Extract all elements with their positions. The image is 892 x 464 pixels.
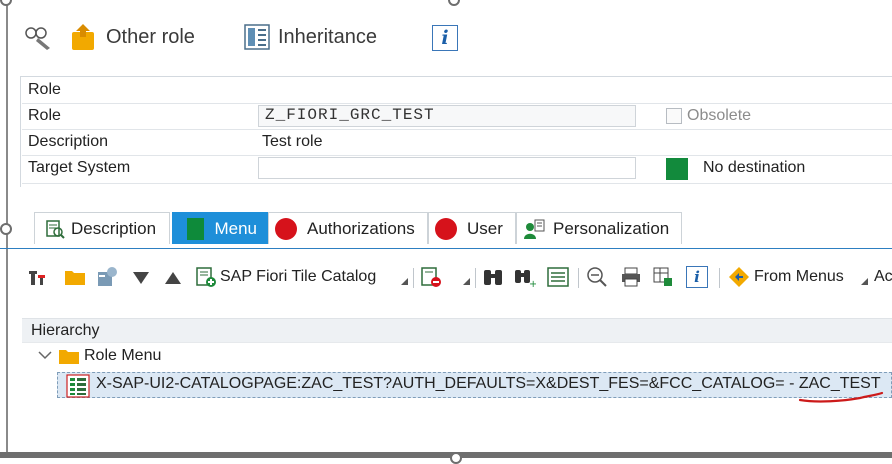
resize-handle-middle-left[interactable] [0, 223, 12, 235]
tab-personalization[interactable]: Personalization [516, 212, 682, 244]
sap-fiori-tile-catalog-label: SAP Fiori Tile Catalog [220, 268, 377, 285]
tab-description[interactable]: Description [34, 212, 170, 244]
destination-status-text: No destination [703, 159, 806, 176]
triangle-down-icon[interactable] [130, 266, 152, 288]
role-value: Z_FIORI_GRC_TEST [265, 106, 435, 124]
role-section-title: Role [28, 81, 61, 98]
tab-authorizations-label: Authorizations [307, 218, 415, 238]
role-row: Role Z_FIORI_GRC_TEST Obsolete [22, 103, 892, 130]
inheritance-button[interactable]: Inheritance [244, 24, 377, 50]
from-menus-label: From Menus [754, 268, 844, 285]
catalog-dropdown-arrow[interactable] [401, 278, 408, 285]
tab-personalization-label: Personalization [553, 218, 670, 238]
user-status-icon [435, 217, 457, 240]
find-binoculars-icon[interactable] [482, 266, 504, 288]
triangle-up-icon[interactable] [162, 266, 184, 288]
display-change-icon[interactable] [24, 24, 54, 57]
other-role-button[interactable]: Other role [68, 22, 195, 52]
menu-status-icon [187, 217, 205, 240]
tab-user[interactable]: User [428, 212, 516, 244]
role-field[interactable]: Z_FIORI_GRC_TEST [258, 105, 636, 127]
from-menus-dropdown-arrow[interactable] [861, 278, 868, 285]
add-catalog-icon [196, 267, 216, 287]
puzzle-icon[interactable] [96, 266, 118, 288]
target-system-label: Target System [28, 159, 131, 176]
authorizations-status-icon [275, 217, 297, 240]
find-next-binoculars-icon[interactable]: + [514, 266, 536, 288]
truncated-toolbar-button[interactable]: Ac [874, 268, 892, 286]
red-underline-annotation [798, 391, 884, 403]
resize-handle-bottom-middle[interactable] [450, 452, 462, 464]
tree-node-catalog-label: X-SAP-UI2-CATALOGPAGE:ZAC_TEST?AUTH_DEFA… [96, 375, 881, 392]
tab-description-label: Description [71, 218, 157, 238]
description-row: Description Test role [22, 129, 892, 156]
other-role-icon [72, 24, 94, 50]
tab-strip-baseline [0, 248, 892, 249]
toolbar-separator [475, 268, 476, 288]
info-button[interactable]: i [432, 25, 458, 51]
window-frame-bottom [0, 452, 892, 458]
resize-handle-top-left[interactable] [0, 0, 12, 6]
role-section-header: Role [22, 77, 892, 104]
zoom-out-icon[interactable] [586, 266, 608, 288]
from-menus-icon [729, 267, 749, 287]
hierarchy-header-label: Hierarchy [31, 322, 100, 339]
obsolete-label: Obsolete [687, 107, 752, 124]
toolbar-separator [578, 268, 579, 288]
chevron-down-icon[interactable] [38, 348, 52, 366]
execute-transaction-icon[interactable] [26, 266, 48, 288]
obsolete-checkbox[interactable] [666, 108, 682, 124]
target-system-field[interactable] [258, 157, 636, 179]
hierarchy-header: Hierarchy [22, 318, 892, 343]
sap-fiori-tile-catalog-button[interactable]: SAP Fiori Tile Catalog [195, 266, 376, 288]
inheritance-icon [244, 24, 270, 50]
role-label: Role [28, 107, 61, 124]
toolbar-separator [413, 268, 414, 288]
description-label: Description [28, 133, 109, 150]
layout-icon[interactable] [652, 266, 674, 288]
description-field[interactable]: Test role [262, 133, 322, 151]
toolbar-separator [719, 268, 720, 288]
resize-handle-top-middle[interactable] [448, 0, 460, 6]
svg-text:+: + [529, 279, 536, 287]
target-system-row: Target System No destination [22, 155, 892, 184]
folder-icon[interactable] [64, 266, 86, 288]
menu-info-button[interactable]: i [686, 266, 708, 288]
destination-status-icon [666, 158, 688, 180]
tab-menu[interactable]: Menu [172, 212, 268, 244]
tree-node-role-menu[interactable]: Role Menu [84, 347, 161, 365]
remove-dropdown-arrow[interactable] [463, 278, 470, 285]
print-icon[interactable] [620, 266, 642, 288]
catalog-node-icon [66, 374, 90, 403]
tab-user-label: User [467, 218, 503, 238]
folder-icon [58, 346, 80, 371]
remove-node-icon[interactable] [420, 266, 442, 288]
tab-menu-label: Menu [214, 218, 257, 238]
from-menus-button[interactable]: From Menus [728, 266, 844, 288]
tab-authorizations[interactable]: Authorizations [268, 212, 428, 244]
expand-subtree-icon[interactable] [547, 266, 569, 288]
description-tab-icon [46, 219, 65, 239]
inheritance-label: Inheritance [278, 25, 377, 48]
other-role-label: Other role [106, 25, 195, 48]
personalization-icon [524, 219, 545, 239]
